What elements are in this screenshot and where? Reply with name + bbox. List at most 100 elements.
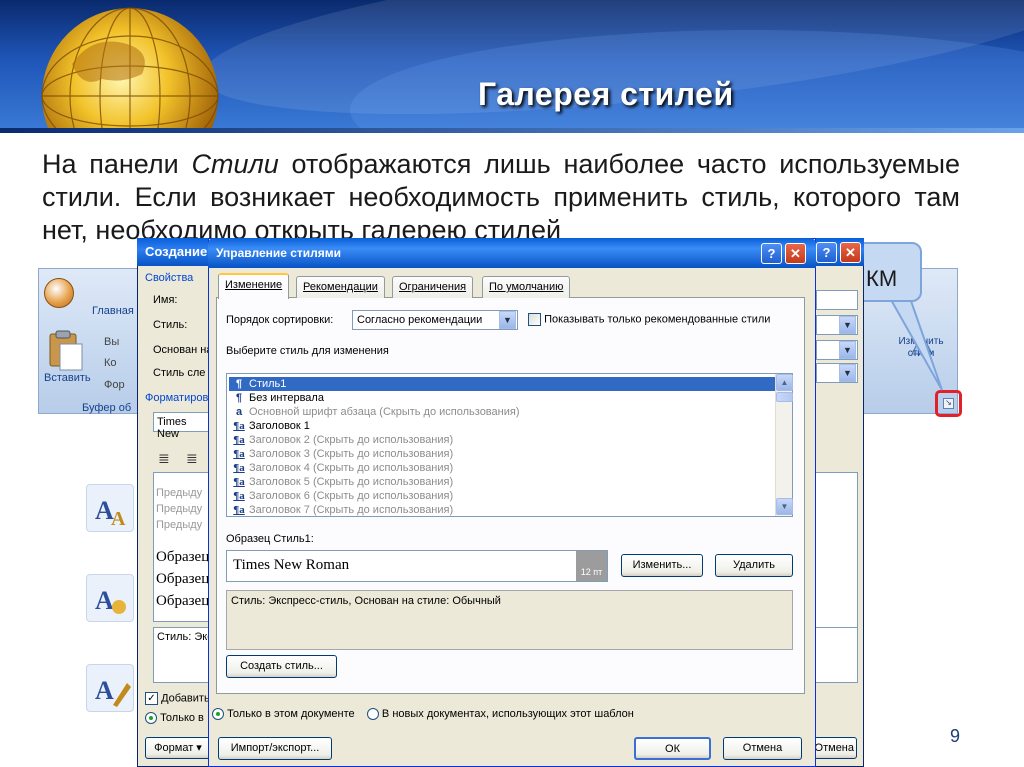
svg-text:A: A	[95, 676, 114, 705]
style-type-icon: ¶a	[233, 490, 245, 502]
paste-label: Вставить	[44, 372, 91, 384]
show-recommended-checkbox[interactable]: Показывать только рекомендованные стили	[528, 313, 770, 326]
close-button[interactable]: ✕	[840, 242, 861, 263]
tab-defaults[interactable]: По умолчанию	[482, 276, 571, 298]
style-list-item[interactable]: a Основной шрифт абзаца (Скрыть до исполь…	[229, 405, 775, 419]
new-style-icon: A	[86, 574, 134, 622]
callout-text: КМ	[866, 266, 898, 291]
scroll-down-icon: ▼	[776, 498, 793, 515]
style-name: Заголовок 5 (Скрыть до использования)	[249, 476, 454, 488]
scope-radio-group: Только в этом документе В новых документ…	[212, 708, 634, 721]
style-list-item[interactable]: ¶a Заголовок 1	[229, 419, 775, 433]
preview-area: Предыду Предыду Предыду Образец Образец …	[153, 472, 211, 622]
style-name: Заголовок 4 (Скрыть до использования)	[249, 462, 454, 474]
body-text: На панели Стили отображаются лишь наибол…	[42, 149, 960, 245]
style-type-icon: ¶a	[233, 434, 245, 446]
preview-text: Образец	[156, 571, 210, 587]
style-type-icon: ¶	[235, 392, 243, 404]
preview-text: Образец	[156, 549, 210, 565]
style-type-icon: ¶a	[233, 462, 245, 474]
style-list[interactable]: ¶ Стиль1 ¶ Без интервала a Основной шрифт абз…	[226, 373, 793, 517]
style-list-item[interactable]: ¶a Заголовок 2 (Скрыть до использования)	[229, 433, 775, 447]
style-description: Стиль: Экс	[153, 627, 211, 683]
chevron-down-icon: ▼	[499, 311, 516, 329]
svg-text:A: A	[111, 508, 126, 530]
copy-label[interactable]: Ко	[104, 357, 117, 369]
format-button[interactable]: Формат ▾	[145, 737, 211, 759]
style-inspector-icon: AA	[86, 484, 134, 532]
help-button[interactable]: ?	[816, 242, 837, 263]
close-button[interactable]: ✕	[785, 243, 806, 264]
style-list-item[interactable]: ¶a Заголовок 4 (Скрыть до использования)	[229, 461, 775, 475]
tab-recommend[interactable]: Рекомендации	[296, 276, 385, 298]
style-list-item[interactable]: ¶ Без интервала	[229, 391, 775, 405]
style-name: Заголовок 3 (Скрыть до использования)	[249, 448, 454, 460]
callout-pointer	[888, 298, 943, 391]
style-name: Основной шрифт абзаца (Скрыть до использ…	[249, 406, 520, 418]
office-button[interactable]	[44, 278, 74, 308]
style-type-icon: a	[235, 406, 243, 418]
style-name: Без интервала	[249, 392, 324, 404]
style-name: Заголовок 1	[249, 420, 310, 432]
style-type-label: Стиль:	[153, 319, 188, 331]
based-on-select[interactable]: ▼	[816, 340, 858, 360]
style-name: Заголовок 7 (Скрыть до использования)	[249, 504, 454, 516]
add-to-gallery-checkbox[interactable]: ✓ Добавить	[145, 692, 210, 705]
ok-button[interactable]: ОК	[634, 737, 711, 760]
help-button[interactable]: ?	[761, 243, 782, 264]
format-section-label: Форматирова	[145, 392, 215, 404]
dialog-launcher-icon[interactable]: ↘	[943, 398, 954, 409]
manage-styles-icon: A	[86, 664, 134, 712]
next-style-select[interactable]: ▼	[816, 363, 858, 383]
preview-size: 12 пт	[576, 551, 607, 581]
style-type-icon: ¶a	[233, 476, 245, 488]
only-this-doc-radio[interactable]: Только в этом документе	[212, 708, 355, 721]
new-docs-radio[interactable]: В новых документах, использующих этот ша…	[366, 708, 634, 721]
style-list-item[interactable]: ¶a Заголовок 5 (Скрыть до использования)	[229, 475, 775, 489]
cancel-button[interactable]: Отмена	[723, 737, 802, 760]
style-type-select[interactable]: ▼	[816, 315, 858, 335]
sort-order-value: Согласно рекомендации	[357, 314, 483, 326]
font-select[interactable]: Times New	[153, 412, 213, 440]
name-field[interactable]	[816, 290, 858, 310]
svg-text:A: A	[95, 586, 114, 615]
slide-title: Галерея стилей	[478, 76, 734, 112]
tab-home[interactable]: Главная	[92, 305, 134, 317]
style-type-icon: ¶a	[233, 420, 245, 432]
style-list-item[interactable]: ¶a Заголовок 7 (Скрыть до использования)	[229, 503, 775, 517]
clipboard-group-label: Буфер об	[82, 402, 132, 414]
style-name: Заголовок 2 (Скрыть до использования)	[249, 434, 454, 446]
style-list-item[interactable]: ¶a Заголовок 3 (Скрыть до использования)	[229, 447, 775, 461]
align-center-icon[interactable]: ≣	[186, 450, 198, 467]
style-name: Заголовок 6 (Скрыть до использования)	[249, 490, 454, 502]
preview-text: Предыду	[156, 519, 203, 531]
only-this-doc-radio[interactable]: Только в	[145, 712, 204, 725]
header-rule	[0, 128, 1024, 133]
preview-text: Предыду	[156, 503, 203, 515]
style-list-item[interactable]: ¶ Стиль1	[229, 377, 775, 391]
slide-number: 9	[950, 726, 961, 746]
create-style-button[interactable]: Создать стиль...	[226, 655, 337, 678]
style-type-icon: ¶a	[233, 504, 245, 516]
modify-button[interactable]: Изменить...	[621, 554, 703, 577]
list-scrollbar[interactable]: ▲ ▼	[775, 374, 793, 516]
delete-button[interactable]: Удалить	[715, 554, 793, 577]
tab-restrict[interactable]: Ограничения	[392, 276, 474, 298]
preview-label: Образец Стиль1:	[226, 533, 314, 545]
style-description: Стиль: Экспресс-стиль, Основан на стиле:…	[226, 590, 793, 650]
name-label: Имя:	[153, 294, 178, 306]
import-export-button[interactable]: Импорт/экспорт...	[218, 737, 332, 760]
sort-order-select[interactable]: Согласно рекомендации ▼	[352, 310, 518, 330]
cut-label[interactable]: Вы	[104, 336, 119, 348]
sort-order-label: Порядок сортировки:	[226, 314, 334, 326]
preview-text: Образец	[156, 593, 210, 609]
align-left-icon[interactable]: ≣	[158, 450, 170, 467]
tab-edit[interactable]: Изменение	[218, 273, 290, 299]
based-on-label: Основан на	[153, 344, 213, 356]
select-style-label: Выберите стиль для изменения	[226, 345, 389, 357]
manage-styles-title: Управление стилями	[208, 238, 816, 268]
style-list-item[interactable]: ¶a Заголовок 6 (Скрыть до использования)	[229, 489, 775, 503]
globe-icon	[41, 7, 219, 132]
format-painter-label[interactable]: Фор	[104, 379, 125, 391]
scroll-up-icon: ▲	[776, 374, 793, 391]
